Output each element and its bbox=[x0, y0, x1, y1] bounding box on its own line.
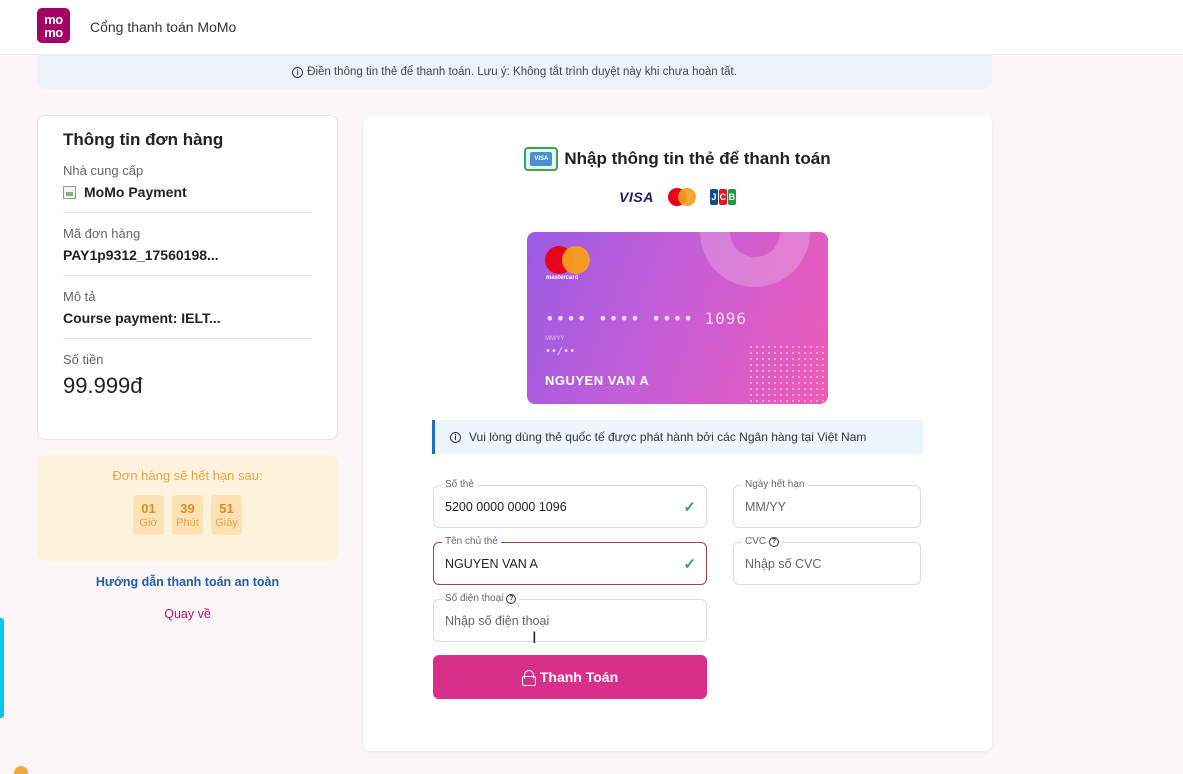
card-brand-label: mastercard bbox=[546, 275, 579, 281]
cardholder-value: NGUYEN VAN A bbox=[445, 557, 538, 571]
broken-image-icon bbox=[63, 186, 76, 199]
card-payment-panel: VISA Nhập thông tin thẻ để thanh toán VI… bbox=[363, 115, 992, 751]
card-preview-expiry: ••/•• bbox=[545, 346, 576, 357]
info-icon: i bbox=[292, 66, 304, 78]
payment-title: VISA Nhập thông tin thẻ để thanh toán bbox=[363, 147, 992, 171]
card-preview-expiry-label: MM/YY bbox=[545, 336, 565, 342]
expiry-countdown: Đơn hàng sẽ hết hạn sau: 01 Giờ 39 Phút … bbox=[37, 455, 338, 561]
mastercard-logo bbox=[667, 188, 696, 206]
expiry-label: Ngày hết hạn bbox=[742, 479, 808, 490]
card-info-text: Vui lòng dùng thẻ quốc tế được phát hành… bbox=[469, 430, 867, 444]
header: mo mo Cổng thanh toán MoMo bbox=[0, 0, 1183, 55]
countdown-boxes: 01 Giờ 39 Phút 51 Giây bbox=[37, 495, 338, 535]
provider-block: Nhà cung cấp MoMo Payment bbox=[63, 163, 312, 213]
jcb-letter-c: C bbox=[718, 189, 727, 205]
logo-text-top: mo bbox=[44, 11, 63, 27]
check-icon: ✓ bbox=[683, 556, 696, 573]
card-dot-pattern bbox=[748, 344, 828, 404]
cardholder-name-field[interactable]: Tên chủ thẻ NGUYEN VAN A ✓ bbox=[433, 536, 707, 585]
phone-label-text: Số điện thoại bbox=[445, 593, 504, 604]
jcb-letter-b: B bbox=[727, 189, 736, 205]
hours-unit: Giờ bbox=[139, 517, 158, 529]
cvc-placeholder: Nhập số CVC bbox=[745, 557, 822, 571]
countdown-seconds: 51 Giây bbox=[211, 495, 242, 535]
minutes-unit: Phút bbox=[176, 517, 199, 529]
accepted-brands: VISA J C B bbox=[363, 188, 992, 206]
card-preview-number: •••• •••• •••• 1096 bbox=[545, 309, 748, 328]
seconds-value: 51 bbox=[219, 501, 234, 516]
amount-label: Số tiền bbox=[63, 352, 104, 367]
help-icon[interactable]: ? bbox=[769, 536, 780, 547]
pay-button-label: Thanh Toán bbox=[539, 669, 619, 685]
help-icon[interactable]: ? bbox=[506, 593, 517, 604]
lock-icon bbox=[521, 670, 536, 686]
header-title: Cổng thanh toán MoMo bbox=[90, 19, 237, 35]
card-icon-text: VISA bbox=[530, 152, 553, 166]
cvc-label: CVC? bbox=[742, 536, 783, 547]
countdown-minutes: 39 Phút bbox=[172, 495, 203, 535]
expiry-placeholder: MM/YY bbox=[745, 500, 786, 514]
text-cursor-icon: I bbox=[532, 628, 537, 647]
card-decoration bbox=[700, 232, 810, 287]
card-number-label-text: Số thẻ bbox=[445, 479, 474, 490]
countdown-title: Đơn hàng sẽ hết hạn sau: bbox=[112, 468, 263, 483]
phone-label: Số điện thoại? bbox=[442, 593, 520, 604]
provider-name: MoMo Payment bbox=[84, 184, 187, 200]
cvc-label-text: CVC bbox=[745, 536, 767, 547]
expiry-date-field[interactable]: Ngày hết hạn MM/YY bbox=[733, 479, 921, 528]
phone-number-field[interactable]: Số điện thoại? Nhập số điện thoại bbox=[433, 593, 707, 642]
jcb-logo: J C B bbox=[709, 189, 736, 205]
card-info-bar: i Vui lòng dùng thẻ quốc tế được phát hà… bbox=[432, 420, 923, 454]
provider-label: Nhà cung cấp bbox=[63, 163, 144, 178]
order-id-label: Mã đơn hàng bbox=[63, 226, 141, 241]
card-number-field[interactable]: Số thẻ 5200 0000 0000 1096 ✓ bbox=[433, 479, 707, 528]
order-id-value: PAY1p9312_17560198... bbox=[63, 247, 219, 263]
check-icon: ✓ bbox=[683, 499, 696, 516]
description-value: Course payment: IELT... bbox=[63, 310, 221, 326]
pay-button[interactable]: Thanh Toán bbox=[433, 655, 707, 699]
notice-text: Điền thông tin thẻ để thanh toán. Lưu ý:… bbox=[307, 66, 737, 78]
seconds-unit: Giây bbox=[215, 517, 238, 529]
cardholder-label-text: Tên chủ thẻ bbox=[445, 536, 498, 547]
card-preview-holder: NGUYEN VAN A bbox=[545, 373, 650, 388]
info-icon: i bbox=[450, 431, 461, 443]
card-number-value: 5200 0000 0000 1096 bbox=[445, 500, 567, 514]
description-block: Mô tả Course payment: IELT... bbox=[63, 289, 312, 339]
order-info-card: Thông tin đơn hàng Nhà cung cấp MoMo Pay… bbox=[37, 115, 338, 440]
visa-logo: VISA bbox=[619, 189, 654, 205]
safe-payment-guide-link[interactable]: Hướng dẫn thanh toán an toàn bbox=[37, 575, 338, 589]
side-accent-decoration bbox=[0, 618, 4, 718]
back-link[interactable]: Quay về bbox=[37, 607, 338, 621]
card-preview: mastercard •••• •••• •••• 1096 MM/YY ••/… bbox=[527, 232, 828, 404]
card-number-label: Số thẻ bbox=[442, 479, 477, 490]
order-title: Thông tin đơn hàng bbox=[63, 130, 224, 149]
notice-banner: i Điền thông tin thẻ để thanh toán. Lưu … bbox=[37, 55, 992, 89]
bottom-dot-decoration bbox=[14, 766, 28, 774]
minutes-value: 39 bbox=[180, 501, 195, 516]
amount-block: Số tiền 99.999đ bbox=[63, 352, 312, 411]
logo-text-bottom: mo bbox=[44, 24, 63, 40]
payment-title-text: Nhập thông tin thẻ để thanh toán bbox=[564, 149, 831, 168]
amount-value: 99.999đ bbox=[63, 373, 143, 398]
order-id-block: Mã đơn hàng PAY1p9312_17560198... bbox=[63, 226, 312, 276]
expiry-label-text: Ngày hết hạn bbox=[745, 479, 805, 490]
countdown-hours: 01 Giờ bbox=[133, 495, 164, 535]
momo-logo[interactable]: mo mo bbox=[37, 8, 70, 43]
cvc-field[interactable]: CVC? Nhập số CVC bbox=[733, 536, 921, 585]
phone-placeholder: Nhập số điện thoại bbox=[445, 614, 550, 628]
jcb-letter-j: J bbox=[709, 189, 718, 205]
credit-card-icon: VISA bbox=[524, 147, 559, 171]
card-brand-circle-orange bbox=[562, 246, 590, 274]
hours-value: 01 bbox=[141, 501, 156, 516]
provider-value: MoMo Payment bbox=[63, 184, 312, 200]
cardholder-label: Tên chủ thẻ bbox=[442, 536, 501, 547]
description-label: Mô tả bbox=[63, 289, 96, 304]
